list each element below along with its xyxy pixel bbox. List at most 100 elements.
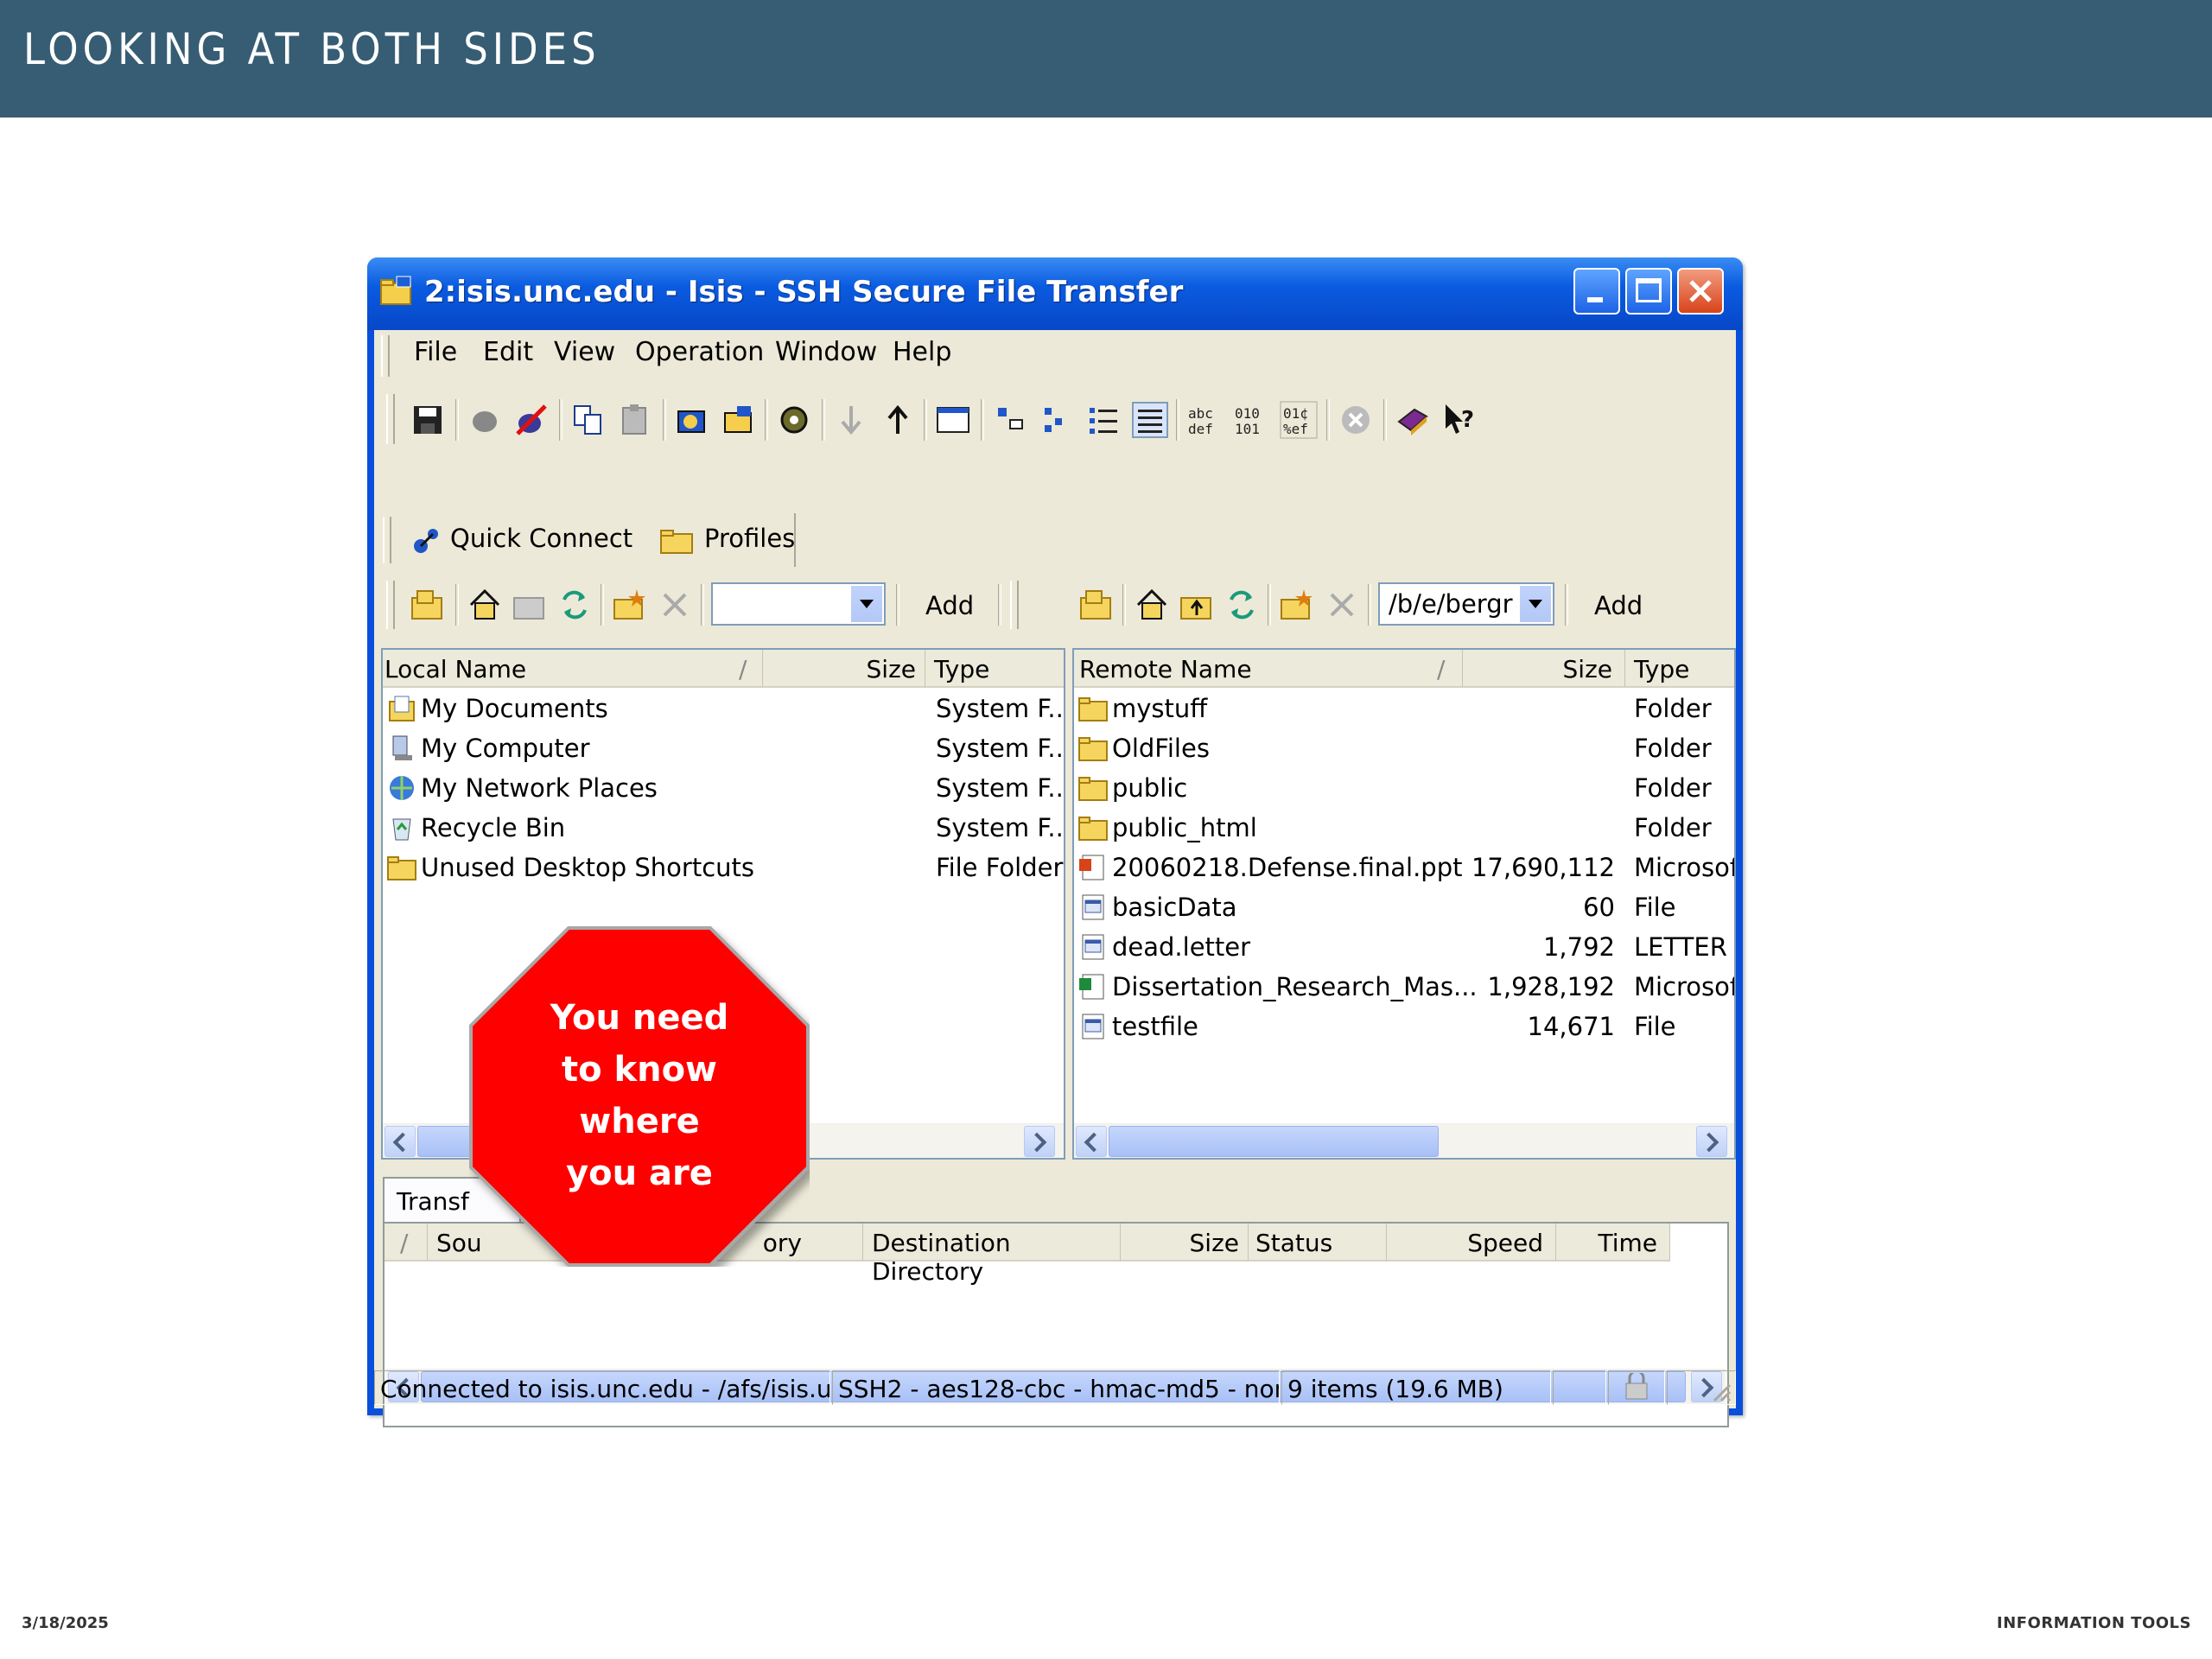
local-size-header[interactable]: Size	[763, 650, 925, 688]
transfer-size-header[interactable]: Size	[1121, 1224, 1249, 1262]
list-item[interactable]: Unused Desktop Shortcuts File Folder	[383, 849, 1064, 888]
ascii-mode-icon[interactable]: abcdef	[1186, 401, 1224, 439]
list-item[interactable]: 20060218.Defense.final.ppt 17,690,112 Micr…	[1074, 849, 1734, 888]
list-item[interactable]: My Documents System F..	[383, 690, 1064, 729]
stop-transfer-icon[interactable]	[1337, 401, 1375, 439]
nav-grip[interactable]	[386, 581, 395, 629]
menu-operation[interactable]: Operation	[635, 337, 764, 367]
minimize-button[interactable]	[1573, 268, 1620, 315]
transfer-destination-header[interactable]: Destination Directory	[863, 1224, 1121, 1286]
local-home-icon[interactable]	[466, 586, 504, 624]
local-delete-icon[interactable]	[656, 586, 694, 624]
explorer-view-icon[interactable]	[934, 401, 972, 439]
scroll-right-icon[interactable]	[1024, 1126, 1055, 1157]
close-button[interactable]	[1677, 268, 1724, 315]
remote-home-icon[interactable]	[1133, 586, 1171, 624]
save-icon[interactable]	[409, 401, 447, 439]
local-parent-folder-icon[interactable]	[511, 586, 549, 624]
scroll-thumb[interactable]	[1109, 1126, 1439, 1157]
local-path-combo[interactable]	[711, 582, 886, 626]
menu-grip[interactable]	[381, 335, 390, 377]
title-bar[interactable]: 2:isis.unc.edu - Isis - SSH Secure File …	[367, 257, 1743, 330]
list-item[interactable]: My Network Places System F..	[383, 769, 1064, 809]
list-view-icon[interactable]	[1084, 401, 1122, 439]
download-icon[interactable]	[832, 401, 870, 439]
slide-title: LOOKING AT BOTH SIDES	[23, 24, 601, 74]
resize-grip[interactable]	[1667, 1370, 1736, 1405]
profiles-folder-icon[interactable]	[659, 525, 694, 556]
settings-icon[interactable]	[775, 401, 813, 439]
scroll-left-icon[interactable]	[1076, 1126, 1107, 1157]
remote-up-folder-icon[interactable]	[1077, 586, 1116, 624]
local-type-header[interactable]: Type	[925, 650, 1064, 688]
transfer-sort-header[interactable]: /	[385, 1224, 428, 1262]
item-type: Microsof	[1634, 972, 1736, 1001]
remote-refresh-icon[interactable]	[1223, 586, 1261, 624]
menu-window[interactable]: Window	[775, 337, 877, 367]
copy-icon[interactable]	[569, 401, 607, 439]
scroll-left-icon[interactable]	[385, 1126, 416, 1157]
menu-file[interactable]: File	[414, 337, 457, 367]
auto-mode-icon[interactable]: 01¢%ef	[1280, 401, 1318, 439]
list-item[interactable]: OldFiles Folder	[1074, 729, 1734, 769]
list-item[interactable]: public Folder	[1074, 769, 1734, 809]
local-up-folder-icon[interactable]	[409, 586, 447, 624]
remote-size-header[interactable]: Size	[1463, 650, 1625, 688]
paste-icon[interactable]	[616, 401, 654, 439]
remote-type-header[interactable]: Type	[1625, 650, 1734, 688]
local-name-header[interactable]: Local Name /	[383, 650, 763, 688]
remote-new-folder-icon[interactable]	[1278, 586, 1316, 624]
local-new-folder-icon[interactable]	[611, 586, 649, 624]
list-item[interactable]: mystuff Folder	[1074, 690, 1734, 729]
menu-help[interactable]: Help	[893, 337, 951, 367]
list-item[interactable]: My Computer System F..	[383, 729, 1064, 769]
remote-name-header[interactable]: Remote Name /	[1074, 650, 1463, 688]
list-item[interactable]: Recycle Bin System F..	[383, 809, 1064, 849]
transfer-speed-header[interactable]: Speed	[1387, 1224, 1556, 1262]
transfer-time-header[interactable]: Time	[1556, 1224, 1670, 1262]
my-documents-icon	[389, 696, 415, 721]
quick-connect-button[interactable]: Quick Connect	[450, 524, 632, 553]
remote-parent-folder-icon[interactable]	[1178, 586, 1216, 624]
toolbar-separator	[455, 584, 459, 626]
remote-delete-icon[interactable]	[1323, 586, 1361, 624]
remote-horizontal-scrollbar[interactable]	[1074, 1123, 1734, 1158]
toolbar-grip[interactable]	[386, 394, 395, 444]
scroll-right-icon[interactable]	[1696, 1126, 1727, 1157]
item-size: 1,928,192	[1487, 972, 1615, 1001]
local-add-button[interactable]: Add	[925, 591, 974, 620]
chevron-down-icon[interactable]	[1519, 586, 1551, 622]
new-connection-icon[interactable]	[512, 401, 550, 439]
list-item[interactable]: Dissertation_Research_Mas... 1,928,192 Mic…	[1074, 968, 1734, 1007]
disconnect-icon[interactable]	[466, 401, 504, 439]
qc-grip[interactable]	[383, 517, 391, 563]
list-item[interactable]: dead.letter 1,792 LETTER	[1074, 928, 1734, 968]
chevron-down-icon[interactable]	[850, 586, 882, 622]
whats-this-help-icon[interactable]: ?	[1440, 401, 1478, 439]
help-topics-icon[interactable]	[1394, 401, 1432, 439]
remote-path-combo[interactable]: /b/e/bergr	[1378, 582, 1554, 626]
list-item[interactable]: testfile 14,671 File	[1074, 1007, 1734, 1047]
new-terminal-icon[interactable]	[673, 401, 711, 439]
local-refresh-icon[interactable]	[556, 586, 594, 624]
profiles-button[interactable]: Profiles	[704, 524, 795, 553]
nav-grip-remote[interactable]	[1010, 581, 1019, 629]
status-items-text: 9 items (19.6 MB)	[1287, 1375, 1503, 1403]
list-item[interactable]: public_html Folder	[1074, 809, 1734, 849]
menu-edit[interactable]: Edit	[483, 337, 533, 367]
upload-icon[interactable]	[879, 401, 917, 439]
toolbar-separator	[455, 399, 459, 441]
list-item[interactable]: basicData 60 File	[1074, 888, 1734, 928]
large-icons-icon[interactable]	[991, 401, 1029, 439]
binary-mode-icon[interactable]: 010101	[1233, 401, 1271, 439]
small-icons-icon[interactable]	[1038, 401, 1076, 439]
menu-view[interactable]: View	[554, 337, 615, 367]
toolbar-separator	[1122, 584, 1126, 626]
quick-connect-icon[interactable]	[409, 524, 443, 558]
new-file-transfer-icon[interactable]	[720, 401, 758, 439]
maximize-button[interactable]	[1625, 268, 1672, 315]
remote-add-button[interactable]: Add	[1594, 591, 1643, 620]
svg-text:101: 101	[1235, 421, 1260, 437]
transfer-status-header[interactable]: Status	[1249, 1224, 1387, 1262]
details-view-icon[interactable]	[1131, 401, 1169, 439]
